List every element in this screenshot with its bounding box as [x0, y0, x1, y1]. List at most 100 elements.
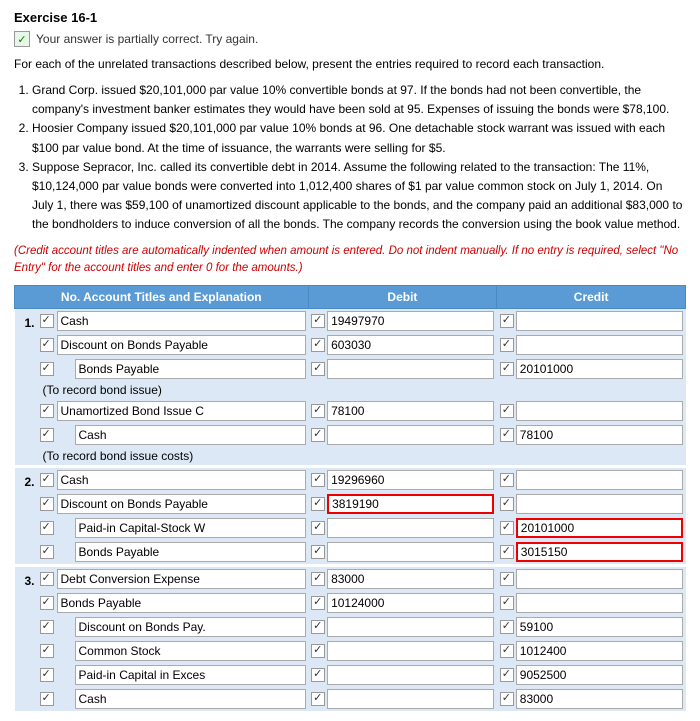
account-checkbox[interactable]: [40, 692, 54, 706]
debit-checkbox[interactable]: [311, 596, 325, 610]
account-input[interactable]: [75, 359, 307, 379]
credit-checkbox[interactable]: [500, 404, 514, 418]
account-input[interactable]: [75, 542, 307, 562]
credit-input[interactable]: [516, 518, 683, 538]
account-checkbox[interactable]: [40, 644, 54, 658]
debit-checkbox[interactable]: [311, 428, 325, 442]
credit-input[interactable]: [516, 689, 683, 709]
debit-checkbox[interactable]: [311, 644, 325, 658]
debit-input[interactable]: [327, 542, 494, 562]
table-row: 2.: [15, 468, 686, 492]
credit-input[interactable]: [516, 401, 683, 421]
account-input[interactable]: [57, 569, 307, 589]
debit-checkbox[interactable]: [311, 404, 325, 418]
table-row: [15, 399, 686, 423]
credit-checkbox[interactable]: [500, 644, 514, 658]
credit-checkbox[interactable]: [500, 521, 514, 535]
credit-checkbox[interactable]: [500, 596, 514, 610]
debit-input[interactable]: [327, 494, 494, 514]
debit-input[interactable]: [327, 470, 494, 490]
debit-input[interactable]: [327, 593, 494, 613]
entry-number: 1.: [19, 312, 37, 330]
account-input[interactable]: [75, 665, 307, 685]
account-checkbox[interactable]: [40, 596, 54, 610]
credit-checkbox[interactable]: [500, 620, 514, 634]
debit-input[interactable]: [327, 359, 494, 379]
account-input[interactable]: [75, 641, 307, 661]
account-checkbox[interactable]: [40, 404, 54, 418]
credit-checkbox[interactable]: [500, 692, 514, 706]
debit-checkbox[interactable]: [311, 338, 325, 352]
debit-input[interactable]: [327, 689, 494, 709]
account-input[interactable]: [57, 593, 307, 613]
debit-input[interactable]: [327, 425, 494, 445]
debit-input[interactable]: [327, 401, 494, 421]
debit-checkbox[interactable]: [311, 362, 325, 376]
account-input[interactable]: [57, 470, 307, 490]
debit-checkbox[interactable]: [311, 314, 325, 328]
account-checkbox[interactable]: [40, 620, 54, 634]
debit-checkbox[interactable]: [311, 473, 325, 487]
credit-checkbox[interactable]: [500, 362, 514, 376]
account-input[interactable]: [57, 494, 307, 514]
credit-checkbox[interactable]: [500, 314, 514, 328]
account-input[interactable]: [75, 425, 307, 445]
account-checkbox[interactable]: [40, 572, 54, 586]
debit-input[interactable]: [327, 641, 494, 661]
credit-input[interactable]: [516, 617, 683, 637]
credit-checkbox[interactable]: [500, 338, 514, 352]
debit-checkbox[interactable]: [311, 620, 325, 634]
debit-checkbox[interactable]: [311, 497, 325, 511]
entry-number: [19, 343, 37, 347]
debit-input[interactable]: [327, 617, 494, 637]
account-checkbox[interactable]: [40, 668, 54, 682]
account-input[interactable]: [75, 689, 307, 709]
entry-number: [19, 649, 37, 653]
credit-checkbox[interactable]: [500, 473, 514, 487]
credit-checkbox[interactable]: [500, 545, 514, 559]
debit-checkbox[interactable]: [311, 572, 325, 586]
account-checkbox[interactable]: [40, 545, 54, 559]
credit-input[interactable]: [516, 665, 683, 685]
credit-input[interactable]: [516, 311, 683, 331]
account-checkbox[interactable]: [40, 338, 54, 352]
account-checkbox[interactable]: [40, 428, 54, 442]
credit-checkbox[interactable]: [500, 497, 514, 511]
debit-input[interactable]: [327, 311, 494, 331]
journal-table-wrapper: No. Account Titles and Explanation Debit…: [14, 285, 686, 711]
credit-input[interactable]: [516, 494, 683, 514]
credit-input[interactable]: [516, 542, 683, 562]
credit-checkbox[interactable]: [500, 572, 514, 586]
credit-input[interactable]: [516, 593, 683, 613]
debit-checkbox[interactable]: [311, 692, 325, 706]
account-checkbox[interactable]: [40, 497, 54, 511]
account-input[interactable]: [57, 311, 307, 331]
debit-input[interactable]: [327, 335, 494, 355]
account-checkbox[interactable]: [40, 473, 54, 487]
account-input[interactable]: [75, 617, 307, 637]
entry-number: [19, 409, 37, 413]
credit-checkbox[interactable]: [500, 428, 514, 442]
exercise-title: Exercise 16-1: [14, 10, 686, 25]
credit-input[interactable]: [516, 359, 683, 379]
debit-checkbox[interactable]: [311, 521, 325, 535]
debit-input[interactable]: [327, 665, 494, 685]
credit-checkbox[interactable]: [500, 668, 514, 682]
credit-input[interactable]: [516, 641, 683, 661]
credit-input[interactable]: [516, 569, 683, 589]
account-input[interactable]: [75, 518, 307, 538]
col-header-account: No. Account Titles and Explanation: [15, 286, 309, 309]
credit-input[interactable]: [516, 425, 683, 445]
account-input[interactable]: [57, 401, 307, 421]
account-checkbox[interactable]: [40, 362, 54, 376]
account-input[interactable]: [57, 335, 307, 355]
col-header-credit: Credit: [497, 286, 686, 309]
account-checkbox[interactable]: [40, 521, 54, 535]
debit-input[interactable]: [327, 569, 494, 589]
debit-input[interactable]: [327, 518, 494, 538]
debit-checkbox[interactable]: [311, 668, 325, 682]
account-checkbox[interactable]: [40, 314, 54, 328]
credit-input[interactable]: [516, 335, 683, 355]
credit-input[interactable]: [516, 470, 683, 490]
debit-checkbox[interactable]: [311, 545, 325, 559]
